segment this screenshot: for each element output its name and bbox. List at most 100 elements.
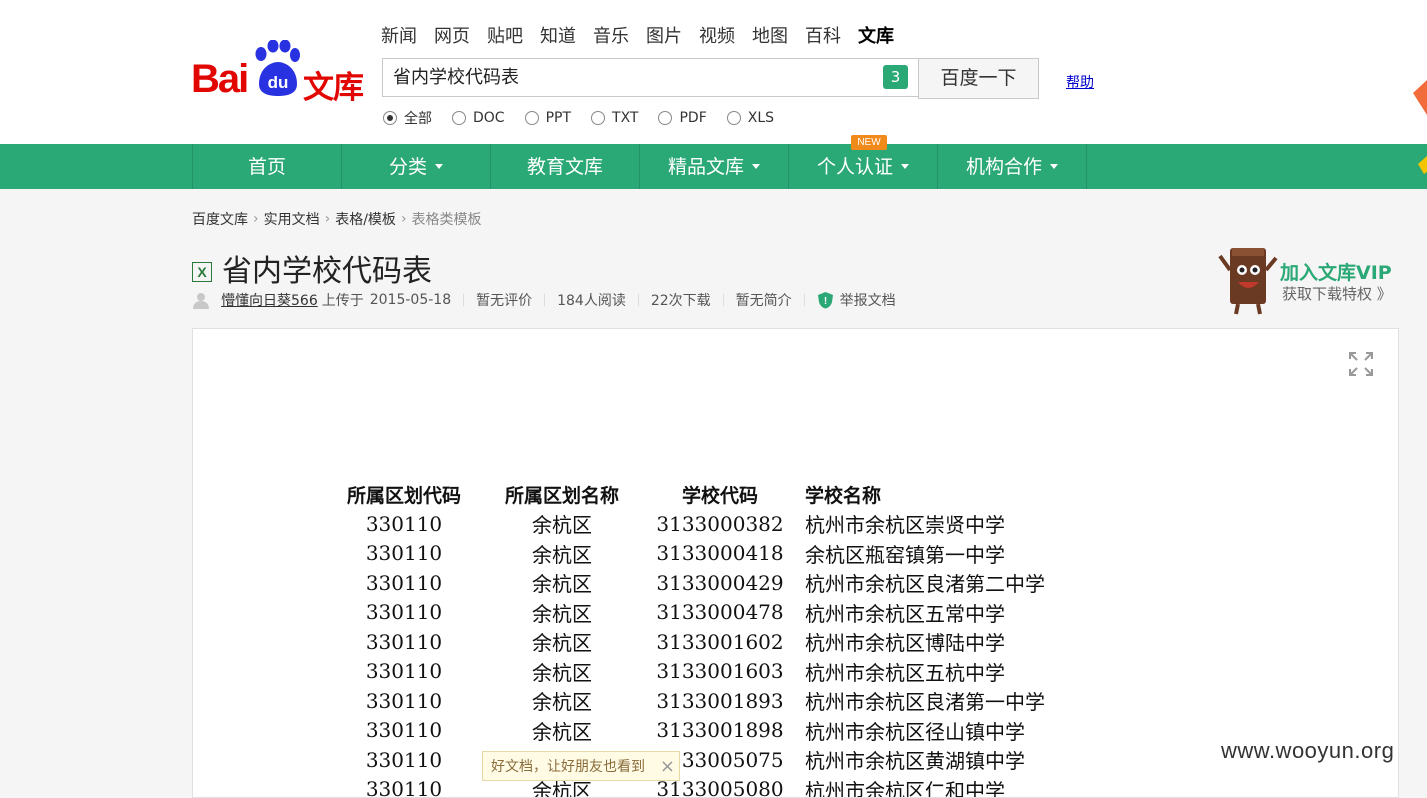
search-input[interactable]: 省内学校代码表 [382, 58, 918, 97]
watermark: www.wooyun.org [1221, 738, 1394, 764]
header: Bai du 文库 新闻网页贴吧知道音乐图片视频地图百科文库 省内学校代码表 3… [0, 0, 1427, 144]
logo-text-du: du [268, 73, 289, 92]
vip-title: 加入文库VIP [1280, 258, 1392, 285]
baidu-wenku-logo[interactable]: Bai du 文库 [191, 38, 366, 100]
report-link[interactable]: ! 举报文档 [817, 290, 896, 310]
top-nav-item[interactable]: 知道 [540, 25, 576, 49]
main-nav-item[interactable]: 个人认证 [789, 144, 938, 189]
search-button[interactable]: 百度一下 [918, 58, 1039, 99]
top-nav-item[interactable]: 视频 [699, 25, 735, 49]
table-header-row: 所属区划代码 所属区划名称 学校代码 学校名称 [325, 479, 1105, 509]
breadcrumb: 百度文库›实用文档›表格/模板›表格类模板 [192, 209, 482, 229]
share-tip: 好文档，让好朋友也看到 × [482, 751, 680, 781]
ribbon-decoration-icon [1414, 150, 1427, 180]
table-row: 330110余杭区3133001898杭州市余杭区径山镇中学 [325, 716, 1105, 746]
author-link[interactable]: 懵懂向日葵566 [221, 290, 318, 310]
paw-icon: du [251, 40, 301, 98]
table-row: 330110余杭区3133000418余杭区瓶窑镇第一中学 [325, 539, 1105, 569]
top-nav-item[interactable]: 音乐 [593, 25, 629, 49]
radio-icon[interactable] [525, 111, 539, 125]
top-nav-item[interactable]: 新闻 [381, 25, 417, 49]
top-nav: 新闻网页贴吧知道音乐图片视频地图百科文库 [381, 25, 911, 49]
radio-icon[interactable] [452, 111, 466, 125]
top-nav-item[interactable]: 贴吧 [487, 25, 523, 49]
search-input-value: 省内学校代码表 [393, 67, 519, 88]
table-cell: 330110 [325, 745, 483, 775]
breadcrumb-item[interactable]: 实用文档 [264, 209, 320, 229]
table-cell: 3133000418 [641, 539, 799, 569]
table-cell: 杭州市余杭区径山镇中学 [799, 716, 1105, 746]
table-cell: 330110 [325, 686, 483, 716]
filter-radio[interactable]: DOC [452, 110, 505, 126]
excel-file-icon: X [192, 262, 212, 282]
filter-radio[interactable]: PPT [525, 110, 571, 126]
top-nav-item[interactable]: 地图 [752, 25, 788, 49]
top-nav-item[interactable]: 百科 [805, 25, 841, 49]
rating: 暂无评价 [476, 290, 532, 310]
table-cell: 余杭区 [483, 627, 641, 657]
filter-label: 全部 [404, 108, 432, 128]
main-nav-item[interactable]: 分类 [342, 144, 491, 189]
table-cell: 杭州市余杭区仁和中学 [799, 775, 1105, 798]
radio-icon[interactable] [383, 111, 397, 125]
breadcrumb-item[interactable]: 百度文库 [192, 209, 248, 229]
meta-divider [723, 294, 724, 306]
fullscreen-icon[interactable] [1348, 351, 1374, 377]
top-nav-item[interactable]: 文库 [858, 25, 894, 49]
main-nav-item[interactable]: 教育文库 [491, 144, 640, 189]
filter-radio[interactable]: XLS [727, 110, 774, 126]
top-nav-item[interactable]: 图片 [646, 25, 682, 49]
column-header: 所属区划名称 [483, 479, 641, 509]
table-cell: 余杭区瓶窑镇第一中学 [799, 539, 1105, 569]
main-nav-label: 精品文库 [668, 156, 744, 178]
table-cell: 3133001602 [641, 627, 799, 657]
table-cell: 余杭区 [483, 657, 641, 687]
table-row: 330110余杭区3133000429杭州市余杭区良渚第二中学 [325, 568, 1105, 598]
table-cell: 3133001603 [641, 657, 799, 687]
main-nav-label: 个人认证 [817, 156, 893, 178]
table-cell: 3133000478 [641, 598, 799, 628]
logo-text-wenku: 文库 [303, 62, 363, 107]
radio-icon[interactable] [591, 111, 605, 125]
main-nav-label: 教育文库 [527, 156, 603, 178]
column-header: 所属区划代码 [325, 479, 483, 509]
filter-radio[interactable]: PDF [658, 110, 706, 126]
caret-down-icon [435, 164, 443, 169]
filter-label: DOC [473, 110, 505, 126]
table-cell: 余杭区 [483, 509, 641, 539]
report-label: 举报文档 [840, 290, 896, 310]
table-cell: 330110 [325, 568, 483, 598]
file-type-filters: 全部 DOC PPT TXT PDF XLS [383, 108, 794, 128]
doc-title: 省内学校代码表 [222, 246, 432, 290]
close-icon[interactable]: × [660, 752, 675, 782]
logo-text-bai: Bai [191, 57, 247, 102]
main-nav-item[interactable]: 精品文库 [640, 144, 789, 189]
table-cell: 杭州市余杭区博陆中学 [799, 627, 1105, 657]
radio-icon[interactable] [727, 111, 741, 125]
table-cell: 330110 [325, 627, 483, 657]
table-cell: 3133000429 [641, 568, 799, 598]
table-row: 330110余杭区3133000382杭州市余杭区崇贤中学 [325, 509, 1105, 539]
main-nav-item[interactable]: 机构合作 [938, 144, 1087, 189]
read-count: 184人阅读 [557, 290, 626, 310]
doc-meta: 懵懂向日葵566 上传于 2015-05-18 暂无评价 184人阅读 22次下… [192, 290, 896, 310]
meta-divider [638, 294, 639, 306]
breadcrumb-item[interactable]: 表格/模板 [335, 209, 396, 229]
top-nav-item[interactable]: 网页 [434, 25, 470, 49]
breadcrumb-item: 表格类模板 [412, 209, 482, 229]
corner-decoration-icon [1409, 75, 1427, 135]
table-cell: 330110 [325, 598, 483, 628]
filter-radio[interactable]: 全部 [383, 108, 432, 128]
meta-divider [463, 294, 464, 306]
filter-radio[interactable]: TXT [591, 110, 638, 126]
main-nav-label: 分类 [389, 156, 427, 178]
svg-text:!: ! [824, 296, 827, 307]
table-cell: 杭州市余杭区良渚第一中学 [799, 686, 1105, 716]
help-link[interactable]: 帮助 [1066, 72, 1094, 92]
document-viewer: 所属区划代码 所属区划名称 学校代码 学校名称 330110余杭区3133000… [192, 328, 1399, 798]
main-nav-item[interactable]: 首页 [193, 144, 342, 189]
radio-icon[interactable] [658, 111, 672, 125]
table-row: 330110余杭区3133001603杭州市余杭区五杭中学 [325, 657, 1105, 687]
filter-label: XLS [748, 110, 774, 126]
vip-promo[interactable]: 加入文库VIP 获取下载特权 》 [1218, 240, 1403, 318]
